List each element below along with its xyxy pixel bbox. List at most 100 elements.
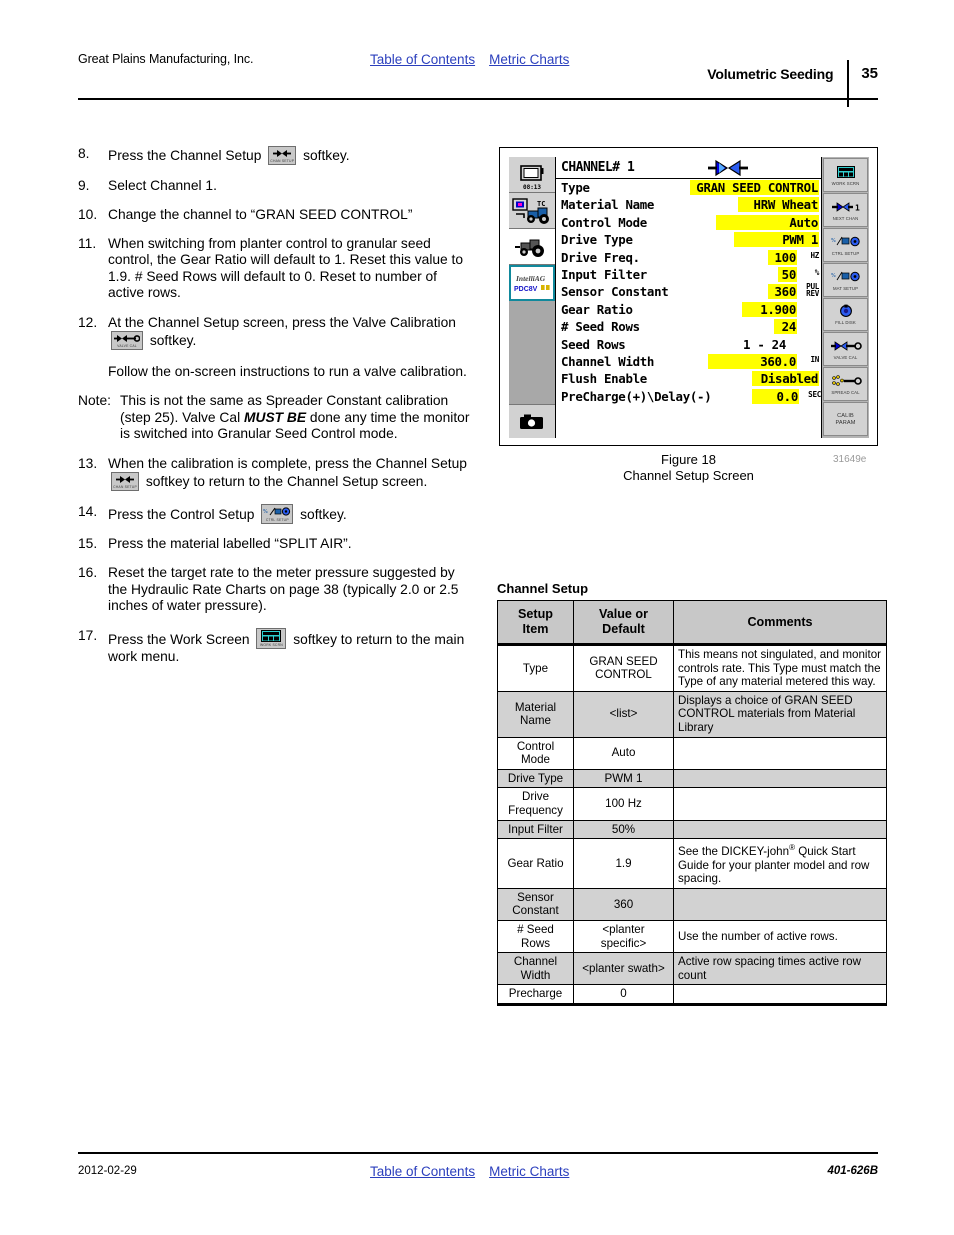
header-links: Table of Contents Metric Charts (370, 51, 583, 69)
screen-param-row[interactable]: Sensor Constant 360 PUL REV (556, 283, 821, 300)
step-item: 14. Press the Control Setup % CTRL SETUP s… (78, 503, 473, 524)
work-screen-icon (836, 164, 855, 180)
step-number: 15. (78, 536, 98, 552)
figure-caption: Figure 18 Channel Setup Screen (499, 452, 878, 484)
value-line: <planter (602, 922, 645, 936)
screen-param-unit: % (814, 267, 820, 277)
table-body: Type GRAN SEED CONTROL This means not singu… (497, 644, 887, 1006)
cell-comments (673, 768, 887, 789)
footer-link-table-of-contents[interactable]: Table of Contents (370, 1164, 475, 1179)
screen-param-row[interactable]: Type GRAN SEED CONTROL (556, 179, 821, 196)
screen-param-value[interactable]: 1 - 24 (742, 337, 787, 352)
figure-title: Channel Setup Screen (623, 468, 754, 483)
value-line: Auto (611, 746, 636, 760)
softkey-ctrl-setup[interactable]: % CTRL SETUP (823, 227, 868, 262)
screen-param-row[interactable]: # Seed Rows 24 (556, 318, 821, 335)
softkey-spread-cal[interactable]: SPREAD CAL (823, 367, 868, 402)
step-item: 13. When the calibration is complete, pre… (78, 456, 473, 492)
screen-param-value[interactable]: 100 (768, 249, 797, 265)
camera-icon[interactable] (509, 404, 555, 438)
screen-parameter-list: CHANNEL# 1 Type GRAN SEED CONTROL Material… (556, 157, 821, 438)
softkey-fill-disk[interactable]: FILL DISK (823, 297, 868, 332)
screen-param-value[interactable]: 360.0 (708, 353, 797, 369)
header-link-metric-charts[interactable]: Metric Charts (489, 52, 569, 67)
screen-param-value[interactable]: Auto (716, 214, 819, 230)
screen-param-row[interactable]: Flush Enable Disabled (556, 370, 821, 387)
step-item: 8. Press the Channel Setup CHAN SETUP sof… (78, 146, 473, 165)
display-clock-icon[interactable]: 08:13 (509, 157, 555, 193)
ctrl-setup-chip-label: CTRL SETUP (265, 517, 289, 522)
step-number: 17. (78, 627, 98, 643)
tractor-icon[interactable] (509, 229, 555, 265)
screen-param-value[interactable]: HRW Wheat (738, 197, 819, 213)
table-row: Control Mode Auto (497, 736, 887, 770)
step-number: 10. (78, 206, 98, 222)
footer-links: Table of Contents Metric Charts (370, 1163, 583, 1181)
screen-param-row[interactable]: Material Name HRW Wheat (556, 196, 821, 213)
step-paragraph: Select Channel 1. (108, 177, 217, 193)
svg-text:PDC8V: PDC8V (514, 286, 538, 293)
chan-setup-glyph (269, 148, 295, 158)
screen-left-rail: 08:13 TC IntelliAG PDC8V (509, 157, 556, 438)
screen-param-label: Seed Rows (561, 336, 626, 352)
softkey-mat-setup[interactable]: % MAT SETUP (823, 262, 868, 297)
value-line: 0 (620, 987, 627, 1001)
footer-date: 2012-02-29 (78, 1165, 137, 1177)
value-line: <list> (609, 707, 638, 721)
screen-param-row[interactable]: Channel Width 360.0 IN (556, 353, 821, 370)
step-paragraph: Press the material labelled “SPLIT AIR”. (108, 536, 352, 552)
step-paragraph: Change the channel to “GRAN SEED CONTROL… (108, 206, 413, 222)
header-section-block: Volumetric Seeding 35 (707, 50, 878, 107)
footer-link-metric-charts[interactable]: Metric Charts (489, 1164, 569, 1179)
page-header: Great Plains Manufacturing, Inc. Table o… (78, 48, 878, 107)
page-number: 35 (861, 65, 878, 82)
table-row: Input Filter 50% (497, 819, 887, 840)
screen-param-row[interactable]: Drive Type PWM 1 (556, 231, 821, 248)
step-item: Note: This is not the same as Spreader Co… (78, 393, 473, 443)
header-link-table-of-contents[interactable]: Table of Contents (370, 52, 475, 67)
table-row: Material Name <list> Displays a choice of … (497, 690, 887, 738)
screen-param-unit: PUL REV (806, 282, 819, 299)
softkey-label: NEXT CHAN (832, 215, 859, 221)
softkey-label: FILL DISK (835, 320, 856, 326)
screen-param-value[interactable]: 50 (778, 266, 797, 282)
footer-document-number: 401-626B (827, 1165, 878, 1177)
step-text: Press the Work Screen WORK SCRN softkey … (108, 627, 473, 666)
cell-comments: Displays a choice of GRAN SEED CONTROL m… (673, 690, 887, 738)
screen-param-value[interactable]: 0.0 (752, 388, 799, 404)
screen-param-row[interactable]: Control Mode Auto (556, 214, 821, 231)
screen-param-row[interactable]: Drive Freq. 100 HZ (556, 249, 821, 266)
cell-comments (673, 736, 887, 770)
screen-param-value[interactable]: PWM 1 (734, 232, 819, 248)
value-line: PWM 1 (604, 771, 643, 785)
screen-param-value[interactable]: 1.900 (742, 301, 797, 317)
valve-cal-icon (830, 338, 862, 354)
screen-param-value[interactable]: 24 (774, 319, 797, 335)
softkey-work-screen[interactable]: WORK SCRN (823, 158, 868, 192)
screen-param-value[interactable]: Disabled (752, 371, 819, 387)
screen-param-row[interactable]: PreCharge(+)\Delay(-) 0.0 SEC (556, 388, 821, 405)
screen-param-row[interactable]: Gear Ratio 1.900 (556, 301, 821, 318)
step-item: 11. When switching from planter control t… (78, 236, 473, 302)
softkey-calib-param[interactable]: CALIB PARAM (823, 402, 868, 436)
cell-value-default: Auto (573, 736, 674, 770)
channel-title-bar: CHANNEL# 1 (556, 157, 821, 179)
cell-value-default: <planter swath> (573, 952, 674, 986)
spread-cal-icon (830, 373, 862, 389)
step-item: 16. Reset the target rate to the meter pr… (78, 565, 473, 615)
header-rule (78, 98, 878, 100)
page-footer: 2012-02-29 Table of Contents Metric Chart… (78, 1163, 878, 1183)
screen-param-value[interactable]: 360 (768, 284, 797, 300)
monitor-tractor-icon[interactable]: TC (509, 193, 555, 229)
step-paragraph: Press the Work Screen WORK SCRN softkey … (108, 627, 473, 666)
step-text: When the calibration is complete, press … (108, 456, 473, 492)
value-line: 100 Hz (605, 797, 642, 811)
softkey-next-chan[interactable]: 1 NEXT CHAN (823, 192, 868, 227)
screen-param-value[interactable]: GRAN SEED CONTROL (690, 180, 819, 195)
device-screen-figure: 08:13 TC IntelliAG PDC8V CHANNEL# 1 Type… (499, 147, 878, 446)
intelliag-pdcsv-icon[interactable]: IntelliAG PDC8V (509, 265, 555, 301)
softkey-valve-cal[interactable]: VALVE CAL (823, 332, 868, 367)
cell-value-default: GRAN SEED CONTROL (573, 644, 674, 692)
screen-param-row[interactable]: Seed Rows 1 - 24 (556, 336, 821, 353)
screen-param-row[interactable]: Input Filter 50% (556, 266, 821, 283)
